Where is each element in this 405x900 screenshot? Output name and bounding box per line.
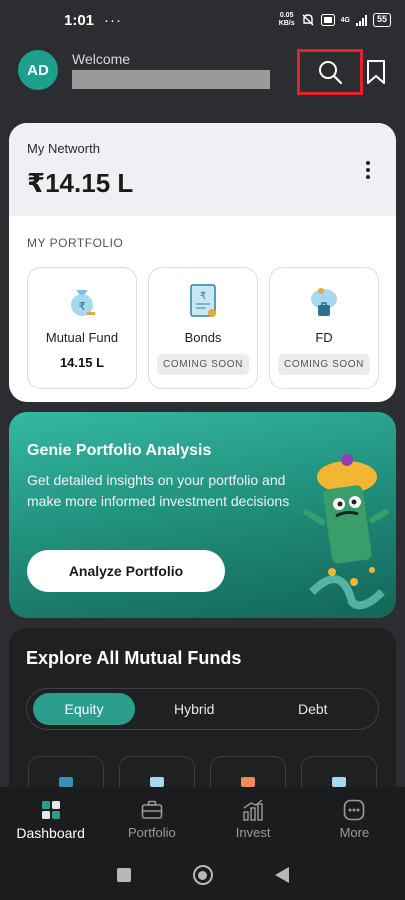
tab-hybrid[interactable]: Hybrid bbox=[135, 693, 254, 725]
nav-invest[interactable]: Invest bbox=[203, 787, 304, 850]
battery-icon: 55 bbox=[372, 13, 391, 27]
bookmark-button[interactable] bbox=[364, 57, 388, 87]
status-more-dots: ··· bbox=[104, 11, 123, 29]
genie-description: Get detailed insights on your portfolio … bbox=[27, 472, 290, 509]
user-name-redacted bbox=[72, 70, 270, 89]
bookmark-icon bbox=[367, 60, 385, 84]
search-button[interactable] bbox=[297, 49, 363, 95]
coming-soon-badge: COMING SOON bbox=[278, 354, 370, 375]
avatar[interactable]: AD bbox=[18, 50, 58, 90]
mute-bell-icon bbox=[302, 14, 314, 26]
dashboard-icon bbox=[39, 799, 63, 821]
fund-category-tabs: Equity Hybrid Debt bbox=[26, 688, 379, 730]
nav-more[interactable]: More bbox=[304, 787, 405, 850]
welcome-block: Welcome bbox=[72, 51, 270, 89]
tab-equity[interactable]: Equity bbox=[33, 693, 135, 725]
network-speed: 0.05 KB/s bbox=[279, 12, 295, 28]
avatar-initials: AD bbox=[27, 61, 49, 79]
networth-value: ₹14.15 L bbox=[27, 168, 134, 198]
networth-summary: My Networth ₹14.15 L bbox=[9, 123, 396, 216]
network-speed-value: 0.05 bbox=[279, 12, 294, 19]
nav-dashboard[interactable]: Dashboard bbox=[0, 787, 101, 850]
portfolio-tile-name: Bonds bbox=[184, 330, 222, 345]
welcome-label: Welcome bbox=[72, 51, 131, 67]
genie-mascot-illustration bbox=[303, 454, 389, 610]
status-bar: 1:01 ··· 0.05 KB/s 4G 55 bbox=[0, 0, 405, 40]
portfolio-tile-fd[interactable]: FD COMING SOON bbox=[269, 267, 379, 389]
network-speed-unit: KB/s bbox=[278, 20, 295, 27]
tab-debt[interactable]: Debt bbox=[254, 693, 373, 725]
back-icon[interactable] bbox=[274, 867, 289, 883]
status-icons: 0.05 KB/s 4G 55 bbox=[279, 12, 391, 28]
invest-chart-icon bbox=[241, 799, 265, 821]
more-icon bbox=[342, 799, 366, 821]
genie-portfolio-analysis-card: Genie Portfolio Analysis Get detailed in… bbox=[9, 412, 396, 618]
portfolio-tile-bonds[interactable]: ₹ Bonds COMING SOON bbox=[148, 267, 258, 389]
nav-label: Portfolio bbox=[128, 825, 176, 840]
portfolio-tile-name: FD bbox=[315, 330, 333, 345]
portfolio-tile-mutual-fund[interactable]: ₹ Mutual Fund 14.15 L bbox=[27, 267, 137, 389]
analyze-portfolio-button[interactable]: Analyze Portfolio bbox=[27, 550, 225, 592]
network-type-label: 4G bbox=[340, 16, 350, 24]
networth-options-icon[interactable] bbox=[366, 161, 370, 179]
volte-icon bbox=[320, 14, 335, 26]
money-bag-icon: ₹ bbox=[63, 282, 101, 320]
svg-text:₹: ₹ bbox=[79, 300, 86, 313]
explore-mutual-funds-card: Explore All Mutual Funds Equity Hybrid D… bbox=[9, 628, 396, 798]
piggy-bank-icon bbox=[305, 282, 343, 320]
svg-text:₹: ₹ bbox=[200, 291, 206, 302]
nav-label: Dashboard bbox=[16, 825, 85, 841]
recent-apps-icon[interactable] bbox=[116, 868, 131, 882]
signal-icon bbox=[355, 14, 367, 26]
explore-title: Explore All Mutual Funds bbox=[26, 648, 242, 668]
status-time: 1:01 bbox=[64, 11, 95, 29]
genie-title: Genie Portfolio Analysis bbox=[27, 442, 212, 459]
portfolio-tile-name: Mutual Fund bbox=[45, 330, 119, 345]
networth-label: My Networth bbox=[27, 141, 100, 156]
coming-soon-badge: COMING SOON bbox=[157, 354, 249, 375]
portfolio-tiles: ₹ Mutual Fund 14.15 L ₹ Bonds COMING SOO… bbox=[9, 250, 396, 389]
home-icon[interactable] bbox=[192, 865, 213, 885]
briefcase-icon bbox=[140, 799, 164, 821]
app-header: AD Welcome bbox=[0, 40, 405, 100]
bond-certificate-icon: ₹ bbox=[184, 282, 222, 320]
battery-level: 55 bbox=[376, 14, 387, 24]
bottom-navigation: Dashboard Portfolio Invest More bbox=[0, 787, 405, 850]
search-icon bbox=[319, 61, 343, 85]
portfolio-tile-value: 14.15 L bbox=[59, 355, 105, 370]
nav-portfolio[interactable]: Portfolio bbox=[101, 787, 202, 850]
networth-card: My Networth ₹14.15 L MY PORTFOLIO ₹ Mutu… bbox=[9, 123, 396, 402]
nav-label: Invest bbox=[235, 825, 271, 840]
portfolio-section-label: MY PORTFOLIO bbox=[27, 236, 124, 250]
system-navigation-bar bbox=[0, 850, 405, 900]
nav-label: More bbox=[339, 825, 370, 840]
